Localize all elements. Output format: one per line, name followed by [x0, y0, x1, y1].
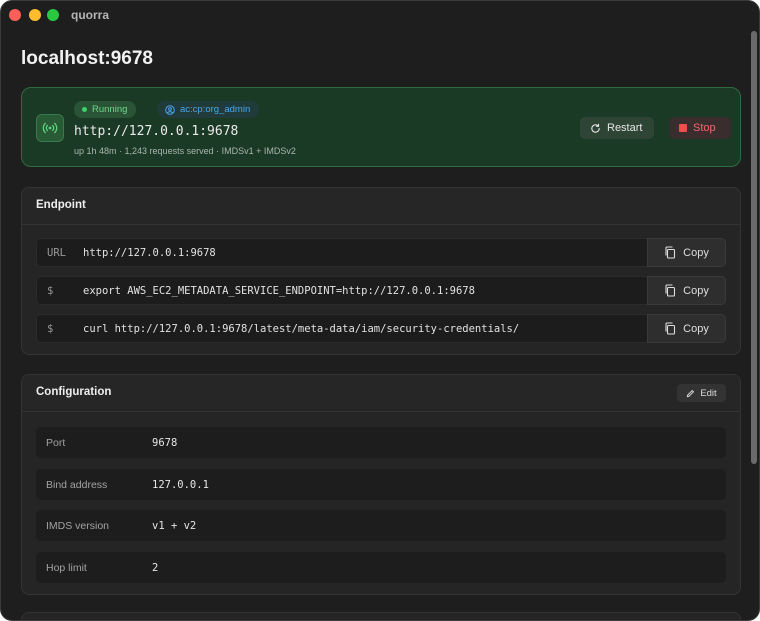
- endpoint-row-value: http://127.0.0.1:9678: [83, 247, 216, 259]
- status-badge: Running: [74, 101, 137, 118]
- copy-button-label: Copy: [683, 284, 709, 297]
- config-row-hop-limit: Hop limit 2: [36, 552, 726, 583]
- user-circle-icon: [165, 104, 175, 115]
- edit-button-label: Edit: [700, 387, 717, 399]
- copy-icon: [665, 246, 676, 259]
- endpoint-row-value: export AWS_EC2_METADATA_SERVICE_ENDPOINT…: [83, 285, 475, 297]
- endpoint-row-prefix: $: [47, 323, 54, 335]
- copy-button-label: Copy: [683, 322, 709, 335]
- title-bar: quorra: [1, 1, 759, 29]
- minimize-window-button[interactable]: [29, 9, 41, 21]
- app-window: quorra localhost:9678 Running ac:cp:org_…: [0, 0, 760, 621]
- copy-icon: [665, 284, 676, 297]
- config-value: 127.0.0.1: [152, 479, 209, 491]
- config-key: Hop limit: [46, 562, 87, 574]
- config-value: 2: [152, 562, 159, 574]
- endpoint-row: $ curl http://127.0.0.1:9678/latest/meta…: [36, 314, 726, 343]
- endpoint-row: URL http://127.0.0.1:9678 Copy: [36, 238, 726, 267]
- config-key: Port: [46, 437, 66, 449]
- configuration-section-title: Configuration: [36, 386, 112, 398]
- app-title: quorra: [71, 8, 110, 22]
- copy-button-label: Copy: [683, 246, 709, 259]
- close-window-button[interactable]: [9, 9, 21, 21]
- configuration-section-header: Configuration Edit: [22, 375, 740, 412]
- next-section-card: [21, 612, 741, 620]
- copy-url-button[interactable]: Copy: [647, 238, 726, 267]
- scrollbar[interactable]: [751, 31, 757, 464]
- page-title: localhost:9678: [21, 48, 153, 69]
- endpoint-row-value: curl http://127.0.0.1:9678/latest/meta-d…: [83, 323, 520, 335]
- copy-curl-button[interactable]: Copy: [647, 314, 726, 343]
- copy-export-button[interactable]: Copy: [647, 276, 726, 305]
- config-key: Bind address: [46, 479, 108, 491]
- endpoint-row: $ export AWS_EC2_METADATA_SERVICE_ENDPOI…: [36, 276, 726, 305]
- server-meta: up 1h 48m · 1,243 requests served · IMDS…: [74, 146, 296, 156]
- stop-icon: [679, 124, 687, 132]
- restart-button[interactable]: Restart: [580, 117, 654, 139]
- config-row-bind-address: Bind address 127.0.0.1: [36, 469, 726, 500]
- account-badge-label: ac:cp:org_admin: [180, 104, 251, 115]
- account-badge: ac:cp:org_admin: [157, 101, 260, 118]
- endpoint-section: Endpoint URL http://127.0.0.1:9678 Copy …: [21, 187, 741, 355]
- endpoint-row-prefix: $: [47, 285, 54, 297]
- pencil-icon: [687, 389, 695, 397]
- config-key: IMDS version: [46, 520, 110, 532]
- server-url: http://127.0.0.1:9678: [74, 124, 239, 139]
- configuration-section: Configuration Edit Port 9678 Bind addres…: [21, 374, 741, 595]
- restart-button-label: Restart: [607, 122, 643, 134]
- stop-button[interactable]: Stop: [669, 117, 731, 139]
- zoom-window-button[interactable]: [47, 9, 59, 21]
- endpoint-section-title: Endpoint: [36, 199, 86, 211]
- config-value: 9678: [152, 437, 178, 449]
- refresh-icon: [591, 123, 600, 133]
- config-value: v1 + v2: [152, 520, 197, 532]
- config-row-port: Port 9678: [36, 427, 726, 458]
- broadcast-icon: [36, 114, 64, 142]
- running-dot-icon: [82, 107, 87, 112]
- stop-button-label: Stop: [693, 122, 716, 134]
- edit-configuration-button[interactable]: Edit: [677, 384, 726, 402]
- status-badge-label: Running: [92, 104, 128, 115]
- config-row-imds-version: IMDS version v1 + v2: [36, 510, 726, 541]
- server-status-card: Running ac:cp:org_admin http://127.0.0.1…: [21, 87, 741, 167]
- copy-icon: [665, 322, 676, 335]
- endpoint-row-prefix: URL: [47, 247, 66, 259]
- endpoint-section-header: Endpoint: [22, 188, 740, 225]
